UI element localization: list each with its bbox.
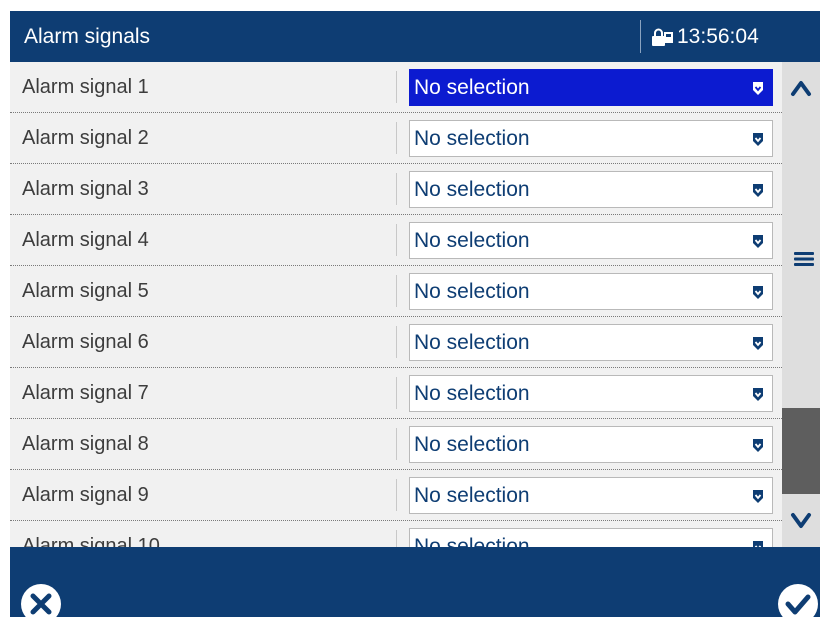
title-bar: Alarm signals 13:56:04 [10, 11, 820, 62]
dropdown-icon [753, 337, 763, 350]
select-value: No selection [414, 178, 530, 201]
scroll-thumb[interactable] [782, 408, 820, 494]
dropdown-icon [753, 490, 763, 503]
row-divider [396, 530, 397, 547]
list-item: Alarm signal 6 No selection [10, 317, 782, 368]
page-title: Alarm signals [24, 25, 151, 48]
dropdown-icon [753, 82, 763, 95]
alarm-signal-list: Alarm signal 1 No selection Alarm signal… [10, 62, 782, 547]
row-divider [396, 224, 397, 256]
row-divider [396, 275, 397, 307]
chevron-down-icon [791, 513, 811, 528]
list-item: Alarm signal 1 No selection [10, 62, 782, 113]
scroll-down-button[interactable] [782, 497, 820, 547]
row-label: Alarm signal 1 [22, 76, 149, 98]
list-item: Alarm signal 4 No selection [10, 215, 782, 266]
list-item: Alarm signal 5 No selection [10, 266, 782, 317]
signal-select[interactable]: No selection [409, 324, 773, 361]
signal-select[interactable]: No selection [409, 120, 773, 157]
row-label: Alarm signal 3 [22, 178, 149, 200]
list-item: Alarm signal 9 No selection [10, 470, 782, 521]
dropdown-icon [753, 184, 763, 197]
confirm-button[interactable] [768, 583, 820, 617]
list-item: Alarm signal 2 No selection [10, 113, 782, 164]
list-item: Alarm signal 3 No selection [10, 164, 782, 215]
signal-select[interactable]: No selection [409, 273, 773, 310]
signal-select[interactable]: No selection [409, 477, 773, 514]
signal-select[interactable]: No selection [409, 528, 773, 547]
row-label: Alarm signal 6 [22, 331, 149, 353]
row-label: Alarm signal 7 [22, 382, 149, 404]
chevron-up-icon [791, 81, 811, 96]
signal-select[interactable]: No selection [409, 426, 773, 463]
row-label: Alarm signal 10 [22, 535, 160, 547]
clock: 13:56:04 [677, 25, 759, 48]
scroll-up-button[interactable] [782, 62, 820, 112]
select-value: No selection [414, 382, 530, 405]
row-divider [396, 122, 397, 154]
title-separator [640, 20, 641, 53]
screen: Alarm signals 13:56:04 Alarm signal 1 No… [10, 11, 820, 617]
scrollbar[interactable] [782, 62, 820, 547]
dropdown-icon [753, 235, 763, 248]
list-item: Alarm signal 10 No selection [10, 521, 782, 547]
cancel-button[interactable] [20, 583, 62, 617]
row-divider [396, 479, 397, 511]
select-value: No selection [414, 76, 530, 99]
signal-select[interactable]: No selection [409, 222, 773, 259]
row-divider [396, 326, 397, 358]
row-divider [396, 173, 397, 205]
select-value: No selection [414, 331, 530, 354]
row-label: Alarm signal 9 [22, 484, 149, 506]
row-label: Alarm signal 8 [22, 433, 149, 455]
signal-select[interactable]: No selection [409, 375, 773, 412]
row-label: Alarm signal 4 [22, 229, 149, 251]
select-value: No selection [414, 127, 530, 150]
dropdown-icon [753, 439, 763, 452]
row-divider [396, 377, 397, 409]
select-value: No selection [414, 484, 530, 507]
select-value: No selection [414, 535, 530, 547]
signal-select[interactable]: No selection [409, 69, 773, 106]
select-value: No selection [414, 280, 530, 303]
cancel-icon [21, 584, 61, 617]
dropdown-icon [753, 133, 763, 146]
footer-bar [10, 547, 820, 617]
list-item: Alarm signal 8 No selection [10, 419, 782, 470]
row-label: Alarm signal 2 [22, 127, 149, 149]
row-divider [396, 71, 397, 103]
signal-select[interactable]: No selection [409, 171, 773, 208]
row-label: Alarm signal 5 [22, 280, 149, 302]
select-value: No selection [414, 433, 530, 456]
row-divider [396, 428, 397, 460]
menu-icon[interactable] [792, 250, 816, 268]
lock-icon [652, 27, 674, 47]
dropdown-icon [753, 388, 763, 401]
select-value: No selection [414, 229, 530, 252]
confirm-icon [778, 584, 818, 617]
dropdown-icon [753, 286, 763, 299]
list-item: Alarm signal 7 No selection [10, 368, 782, 419]
